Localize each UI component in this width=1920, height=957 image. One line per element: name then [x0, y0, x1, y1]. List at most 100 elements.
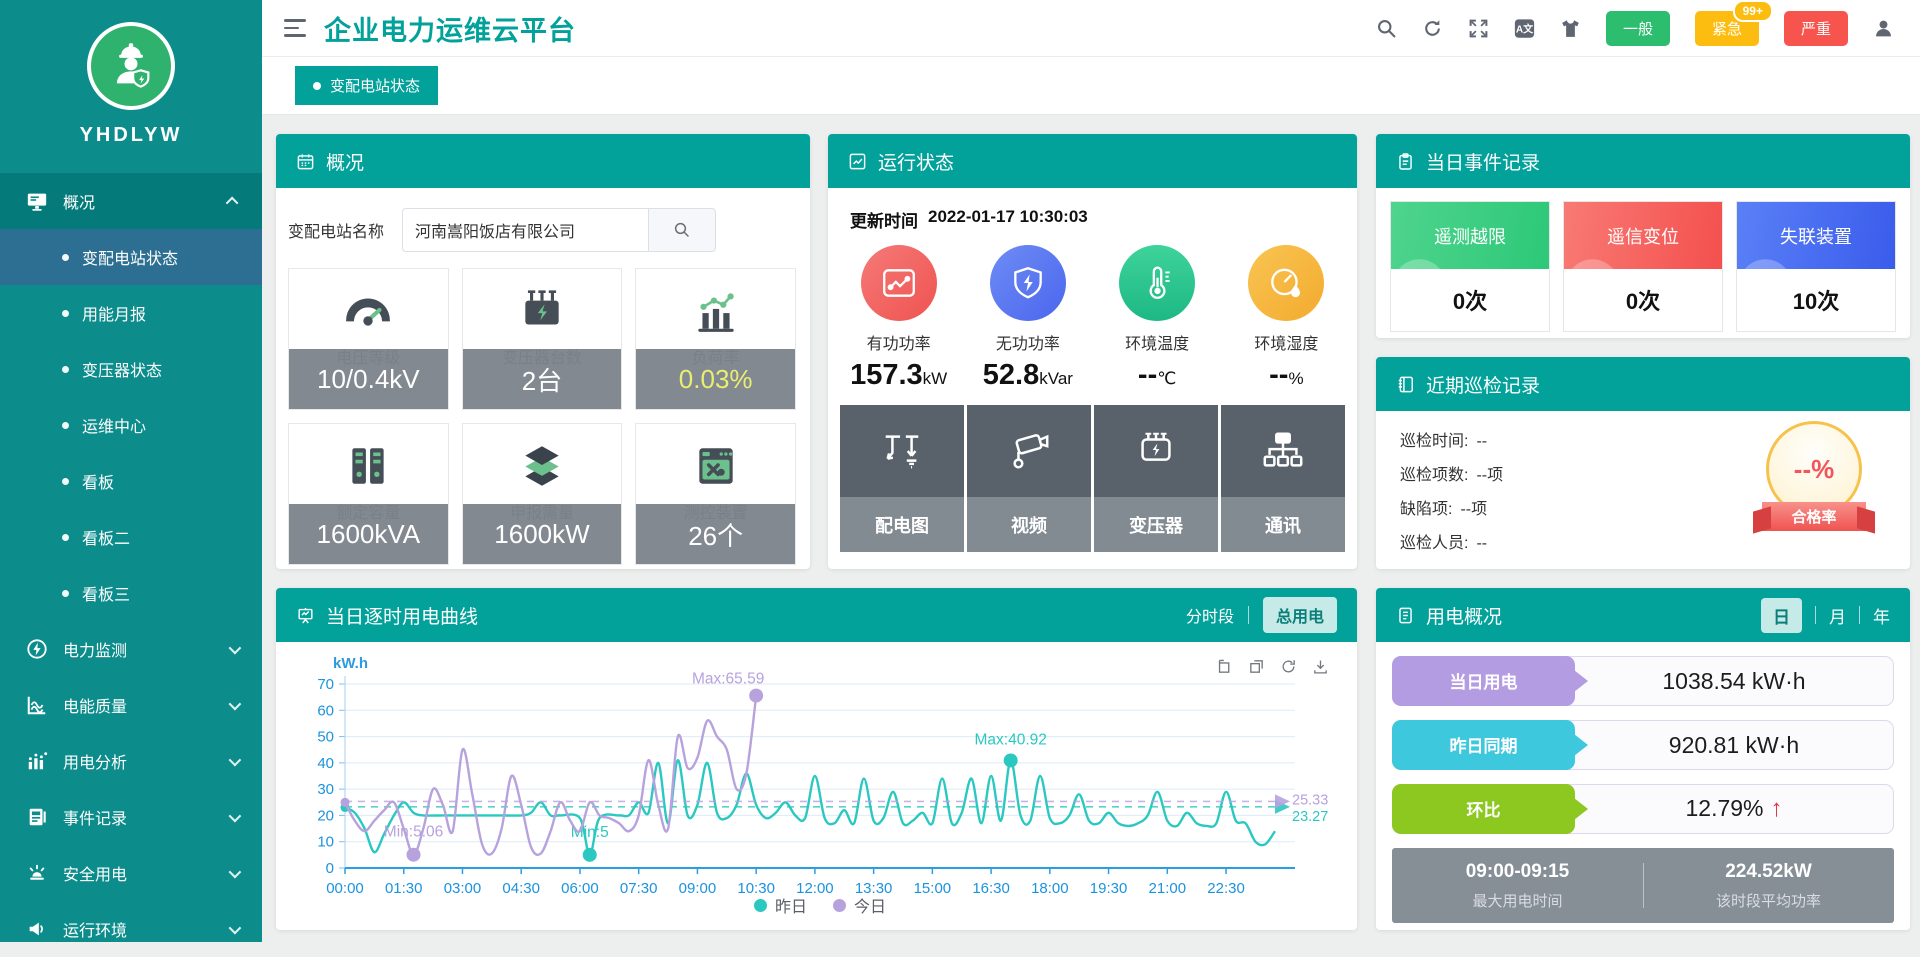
- refresh-icon[interactable]: [1422, 18, 1443, 39]
- tile-declared-demand: 申报需量 1600kW: [462, 423, 623, 565]
- station-search-row: 变配电站名称: [276, 188, 810, 252]
- sidebar-item-board-3[interactable]: 看板三: [0, 565, 262, 621]
- tab-month[interactable]: 月: [1829, 603, 1846, 628]
- sidebar-item-board-2[interactable]: 看板二: [0, 509, 262, 565]
- monitor-icon: [26, 190, 48, 212]
- video-button[interactable]: 视频: [967, 405, 1091, 552]
- svg-text:Max:65.59: Max:65.59: [692, 671, 764, 688]
- tab-day[interactable]: 日: [1761, 598, 1802, 633]
- tile-rated-capacity: 额定容量 1600kVA: [288, 423, 449, 565]
- search-icon[interactable]: [1376, 18, 1397, 39]
- chevron-down-icon: [229, 697, 242, 710]
- events-card-header: 当日事件记录: [1376, 134, 1910, 188]
- chevron-down-icon: [229, 809, 242, 822]
- row-tag: 环比: [1392, 784, 1575, 834]
- tab-substation-status[interactable]: 变配电站状态: [295, 66, 438, 105]
- fullscreen-icon[interactable]: [1468, 18, 1489, 39]
- card-title: 概况: [326, 148, 364, 175]
- button-label: 配电图: [840, 497, 964, 552]
- station-name-input[interactable]: [402, 208, 648, 252]
- overview-card: 概况 变配电站名称: [276, 134, 810, 569]
- hamburger-icon[interactable]: [284, 19, 306, 37]
- sidebar-subitem-label: 运维中心: [82, 413, 146, 437]
- sidebar-item-transformer-status[interactable]: 变压器状态: [0, 341, 262, 397]
- sidebar-item-operating-environment[interactable]: 运行环境: [0, 901, 262, 957]
- distribution-diagram-button[interactable]: 配电图: [840, 405, 964, 552]
- badge-urgent[interactable]: 紧急 99+: [1695, 11, 1759, 46]
- sidebar-item-electrical-safety[interactable]: 安全用电: [0, 845, 262, 901]
- legend-dot: [754, 899, 767, 912]
- toggle-by-period[interactable]: 分时段: [1186, 603, 1234, 627]
- toggle-total-usage[interactable]: 总用电: [1263, 597, 1337, 633]
- transformer-icon: [463, 279, 622, 343]
- lightning-circle-icon: [26, 638, 48, 660]
- sitemap-icon: [1221, 405, 1345, 497]
- recent-inspection-card: 近期巡检记录 巡检时间: -- 巡检项数: --项 缺陷项: --项: [1376, 357, 1910, 569]
- ratio-row: 环比 12.79%↑: [1392, 784, 1894, 834]
- sidebar-item-power-quality[interactable]: 电能质量: [0, 677, 262, 733]
- communication-button[interactable]: 通讯: [1221, 405, 1345, 552]
- event-label: 失联装置: [1737, 202, 1895, 269]
- svg-text:21:00: 21:00: [1149, 880, 1187, 897]
- legend-today[interactable]: 今日: [833, 893, 886, 917]
- svg-text:50: 50: [317, 729, 334, 746]
- translate-icon[interactable]: A文: [1514, 18, 1535, 39]
- row-label: 缺陷项:: [1400, 493, 1452, 527]
- metric-unit: kW: [923, 369, 948, 388]
- sidebar-subitem-label: 看板: [82, 469, 114, 493]
- tile-transformer-count: 变压器台数 2台: [462, 268, 623, 410]
- inspector-row: 巡检人员: --: [1400, 527, 1886, 561]
- sidebar-item-label: 事件记录: [63, 805, 127, 829]
- cell-label: 该时段平均功率: [1716, 890, 1821, 911]
- sidebar-item-monthly-energy-report[interactable]: 用能月报: [0, 285, 262, 341]
- update-time-value: 2022-01-17 10:30:03: [928, 207, 1088, 232]
- button-label: 通讯: [1221, 497, 1345, 552]
- update-time-label: 更新时间: [850, 207, 918, 232]
- transformer-button[interactable]: 变压器: [1094, 405, 1218, 552]
- row-value: --项: [1476, 459, 1503, 493]
- thermometer-icon: [1119, 245, 1195, 321]
- tile-measuring-devices: 测控装置 26个: [635, 423, 796, 565]
- chevron-down-icon: [229, 753, 242, 766]
- event-count: 10次: [1737, 269, 1895, 331]
- sidebar-subitem-label: 变配电站状态: [82, 245, 178, 269]
- sidebar-item-power-monitoring[interactable]: 电力监测: [0, 621, 262, 677]
- usage-line-chart: 01020304050607000:0001:3003:0004:3006:00…: [290, 658, 1343, 926]
- camera-icon: [967, 405, 1091, 497]
- badge-general[interactable]: 一般: [1606, 11, 1670, 46]
- sidebar-item-label: 电力监测: [63, 637, 127, 661]
- sidebar-item-board[interactable]: 看板: [0, 453, 262, 509]
- legend-yesterday[interactable]: 昨日: [754, 893, 807, 917]
- status-metrics: 有功功率 157.3kW 无功功率 52.8kVar: [828, 232, 1357, 392]
- sidebar-item-overview[interactable]: 概况: [0, 173, 262, 229]
- tab-year[interactable]: 年: [1873, 603, 1890, 628]
- sidebar-item-usage-analysis[interactable]: 用电分析: [0, 733, 262, 789]
- document-icon: [1396, 606, 1415, 625]
- sidebar-item-ops-center[interactable]: 运维中心: [0, 397, 262, 453]
- card-title: 近期巡检记录: [1426, 371, 1540, 398]
- logo-text: YHDLYW: [0, 124, 262, 147]
- toggle-separator: [1248, 606, 1249, 624]
- event-lost-devices: 失联装置 10次: [1736, 201, 1896, 332]
- user-icon[interactable]: [1873, 18, 1894, 39]
- today-events-card: 当日事件记录 遥测越限 0次 遥信变位 0次 失联装置 10次: [1376, 134, 1910, 338]
- layers-icon: [463, 434, 622, 498]
- avg-power-cell: 224.52kW 该时段平均功率: [1643, 848, 1894, 923]
- sidebar-subitem-label: 看板二: [82, 525, 130, 549]
- tile-voltage-level: 电压等级 10/0.4kV: [288, 268, 449, 410]
- theme-shirt-icon[interactable]: [1560, 18, 1581, 39]
- bullet-icon: [62, 534, 69, 541]
- svg-text:16:30: 16:30: [972, 880, 1010, 897]
- badge-severe[interactable]: 严重: [1784, 11, 1848, 46]
- circuit-diagram-icon: [840, 405, 964, 497]
- row-tag: 当日用电: [1392, 656, 1575, 706]
- button-label: 变压器: [1094, 497, 1218, 552]
- station-search-button[interactable]: [648, 208, 716, 252]
- worker-icon: [105, 40, 157, 92]
- cell-value: 224.52kW: [1725, 861, 1812, 883]
- svg-text:00:00: 00:00: [326, 880, 364, 897]
- sidebar-item-substation-status[interactable]: 变配电站状态: [0, 229, 262, 285]
- bullet-icon: [62, 478, 69, 485]
- sidebar-item-event-records[interactable]: 事件记录: [0, 789, 262, 845]
- pass-rate-label: 合格率: [1762, 502, 1866, 531]
